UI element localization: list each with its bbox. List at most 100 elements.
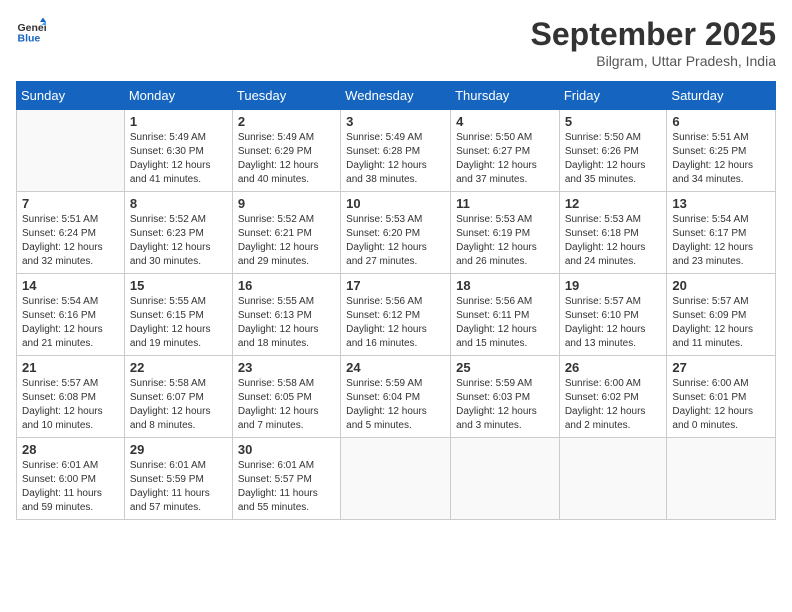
location-subtitle: Bilgram, Uttar Pradesh, India	[531, 53, 776, 69]
day-info: Sunrise: 5:57 AM Sunset: 6:09 PM Dayligh…	[672, 295, 770, 351]
day-info: Sunrise: 5:50 AM Sunset: 6:27 PM Dayligh…	[456, 131, 554, 187]
day-info: Sunrise: 5:58 AM Sunset: 6:07 PM Dayligh…	[130, 377, 227, 433]
day-number: 17	[346, 278, 445, 293]
day-number: 5	[565, 114, 662, 129]
page-header: General Blue September 2025 Bilgram, Utt…	[16, 16, 776, 69]
calendar-cell	[17, 110, 125, 192]
day-info: Sunrise: 5:54 AM Sunset: 6:17 PM Dayligh…	[672, 213, 770, 269]
day-number: 8	[130, 196, 227, 211]
title-block: September 2025 Bilgram, Uttar Pradesh, I…	[531, 16, 776, 69]
day-info: Sunrise: 6:01 AM Sunset: 5:59 PM Dayligh…	[130, 459, 227, 515]
calendar-cell: 15 Sunrise: 5:55 AM Sunset: 6:15 PM Dayli…	[124, 274, 232, 356]
calendar-cell: 18Sunrise: 5:56 AM Sunset: 6:11 PM Dayli…	[451, 274, 560, 356]
day-info: Sunrise: 5:55 AM Sunset: 6:15 PM Dayligh…	[130, 295, 227, 351]
day-number: 1	[130, 114, 227, 129]
day-info: Sunrise: 5:49 AM Sunset: 6:29 PM Dayligh…	[238, 131, 335, 187]
calendar-cell: 11 Sunrise: 5:53 AM Sunset: 6:19 PM Dayli…	[451, 192, 560, 274]
day-info: Sunrise: 5:56 AM Sunset: 6:12 PM Dayligh…	[346, 295, 445, 351]
day-info: Sunrise: 6:00 AM Sunset: 6:01 PM Dayligh…	[672, 377, 770, 433]
calendar-cell: 25Sunrise: 5:59 AM Sunset: 6:03 PM Dayli…	[451, 356, 560, 438]
calendar-week-1: 1 Sunrise: 5:49 AM Sunset: 6:30 PM Daylig…	[17, 110, 776, 192]
calendar-cell: 23 Sunrise: 5:58 AM Sunset: 6:05 PM Dayli…	[232, 356, 340, 438]
day-info: Sunrise: 6:00 AM Sunset: 6:02 PM Dayligh…	[565, 377, 662, 433]
svg-text:Blue: Blue	[18, 33, 41, 45]
calendar-cell: 14 Sunrise: 5:54 AM Sunset: 6:16 PM Dayli…	[17, 274, 125, 356]
day-info: Sunrise: 5:58 AM Sunset: 6:05 PM Dayligh…	[238, 377, 335, 433]
day-info: Sunrise: 5:55 AM Sunset: 6:13 PM Dayligh…	[238, 295, 335, 351]
calendar-cell: 5 Sunrise: 5:50 AM Sunset: 6:26 PM Daylig…	[559, 110, 667, 192]
calendar-cell: 17 Sunrise: 5:56 AM Sunset: 6:12 PM Dayli…	[341, 274, 451, 356]
day-number: 15	[130, 278, 227, 293]
calendar-cell: 10 Sunrise: 5:53 AM Sunset: 6:20 PM Dayli…	[341, 192, 451, 274]
day-number: 23	[238, 360, 335, 375]
column-header-friday: Friday	[559, 82, 667, 110]
day-number: 20	[672, 278, 770, 293]
day-number: 7	[22, 196, 119, 211]
day-info: Sunrise: 5:50 AM Sunset: 6:26 PM Dayligh…	[565, 131, 662, 187]
day-number: 16	[238, 278, 335, 293]
calendar-cell: 20 Sunrise: 5:57 AM Sunset: 6:09 PM Dayli…	[667, 274, 776, 356]
calendar-cell	[667, 438, 776, 520]
day-number: 30	[238, 442, 335, 457]
day-number: 6	[672, 114, 770, 129]
day-info: Sunrise: 5:53 AM Sunset: 6:19 PM Dayligh…	[456, 213, 554, 269]
day-info: Sunrise: 5:59 AM Sunset: 6:03 PM Dayligh…	[456, 377, 554, 433]
calendar-cell: 4 Sunrise: 5:50 AM Sunset: 6:27 PM Daylig…	[451, 110, 560, 192]
calendar-cell: 7 Sunrise: 5:51 AM Sunset: 6:24 PM Daylig…	[17, 192, 125, 274]
day-number: 4	[456, 114, 554, 129]
calendar-cell: 3Sunrise: 5:49 AM Sunset: 6:28 PM Daylig…	[341, 110, 451, 192]
column-header-thursday: Thursday	[451, 82, 560, 110]
day-number: 2	[238, 114, 335, 129]
calendar-cell: 16 Sunrise: 5:55 AM Sunset: 6:13 PM Dayli…	[232, 274, 340, 356]
calendar-cell: 22 Sunrise: 5:58 AM Sunset: 6:07 PM Dayli…	[124, 356, 232, 438]
calendar-cell: 29 Sunrise: 6:01 AM Sunset: 5:59 PM Dayli…	[124, 438, 232, 520]
calendar-cell: 1 Sunrise: 5:49 AM Sunset: 6:30 PM Daylig…	[124, 110, 232, 192]
calendar-table: SundayMondayTuesdayWednesdayThursdayFrid…	[16, 81, 776, 520]
column-header-saturday: Saturday	[667, 82, 776, 110]
day-number: 10	[346, 196, 445, 211]
calendar-cell: 24Sunrise: 5:59 AM Sunset: 6:04 PM Dayli…	[341, 356, 451, 438]
calendar-week-5: 28 Sunrise: 6:01 AM Sunset: 6:00 PM Dayli…	[17, 438, 776, 520]
day-number: 14	[22, 278, 119, 293]
day-number: 22	[130, 360, 227, 375]
calendar-cell: 8 Sunrise: 5:52 AM Sunset: 6:23 PM Daylig…	[124, 192, 232, 274]
calendar-cell: 21Sunrise: 5:57 AM Sunset: 6:08 PM Dayli…	[17, 356, 125, 438]
column-header-sunday: Sunday	[17, 82, 125, 110]
calendar-cell: 28 Sunrise: 6:01 AM Sunset: 6:00 PM Dayli…	[17, 438, 125, 520]
day-info: Sunrise: 5:54 AM Sunset: 6:16 PM Dayligh…	[22, 295, 119, 351]
day-number: 3	[346, 114, 445, 129]
calendar-cell	[451, 438, 560, 520]
day-info: Sunrise: 5:59 AM Sunset: 6:04 PM Dayligh…	[346, 377, 445, 433]
calendar-week-3: 14 Sunrise: 5:54 AM Sunset: 6:16 PM Dayli…	[17, 274, 776, 356]
logo-icon: General Blue	[16, 16, 46, 46]
day-number: 27	[672, 360, 770, 375]
calendar-cell: 13Sunrise: 5:54 AM Sunset: 6:17 PM Dayli…	[667, 192, 776, 274]
day-number: 11	[456, 196, 554, 211]
day-info: Sunrise: 6:01 AM Sunset: 5:57 PM Dayligh…	[238, 459, 335, 515]
day-info: Sunrise: 5:49 AM Sunset: 6:30 PM Dayligh…	[130, 131, 227, 187]
day-info: Sunrise: 5:52 AM Sunset: 6:21 PM Dayligh…	[238, 213, 335, 269]
calendar-week-4: 21Sunrise: 5:57 AM Sunset: 6:08 PM Dayli…	[17, 356, 776, 438]
calendar-cell: 6 Sunrise: 5:51 AM Sunset: 6:25 PM Daylig…	[667, 110, 776, 192]
day-info: Sunrise: 6:01 AM Sunset: 6:00 PM Dayligh…	[22, 459, 119, 515]
calendar-cell: 9 Sunrise: 5:52 AM Sunset: 6:21 PM Daylig…	[232, 192, 340, 274]
calendar-cell: 26 Sunrise: 6:00 AM Sunset: 6:02 PM Dayli…	[559, 356, 667, 438]
day-number: 9	[238, 196, 335, 211]
day-info: Sunrise: 5:56 AM Sunset: 6:11 PM Dayligh…	[456, 295, 554, 351]
day-number: 26	[565, 360, 662, 375]
day-info: Sunrise: 5:53 AM Sunset: 6:20 PM Dayligh…	[346, 213, 445, 269]
day-info: Sunrise: 5:51 AM Sunset: 6:24 PM Dayligh…	[22, 213, 119, 269]
month-title: September 2025	[531, 16, 776, 53]
day-number: 28	[22, 442, 119, 457]
column-header-tuesday: Tuesday	[232, 82, 340, 110]
day-info: Sunrise: 5:52 AM Sunset: 6:23 PM Dayligh…	[130, 213, 227, 269]
column-header-monday: Monday	[124, 82, 232, 110]
calendar-cell	[559, 438, 667, 520]
calendar-week-2: 7 Sunrise: 5:51 AM Sunset: 6:24 PM Daylig…	[17, 192, 776, 274]
calendar-cell: 30 Sunrise: 6:01 AM Sunset: 5:57 PM Dayli…	[232, 438, 340, 520]
day-info: Sunrise: 5:51 AM Sunset: 6:25 PM Dayligh…	[672, 131, 770, 187]
day-number: 21	[22, 360, 119, 375]
column-header-wednesday: Wednesday	[341, 82, 451, 110]
calendar-body: 1 Sunrise: 5:49 AM Sunset: 6:30 PM Daylig…	[17, 110, 776, 520]
day-number: 29	[130, 442, 227, 457]
